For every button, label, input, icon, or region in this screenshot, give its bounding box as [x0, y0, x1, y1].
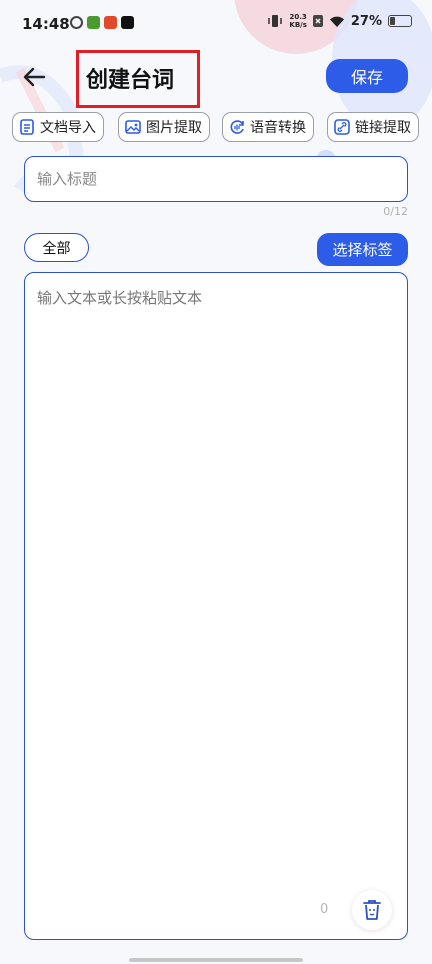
- clear-button[interactable]: [352, 890, 392, 930]
- net-speed-unit: KB/s: [289, 21, 307, 29]
- save-button[interactable]: 保存: [326, 59, 408, 93]
- image-extract-label: 图片提取: [146, 120, 202, 136]
- red-app-icon: [104, 16, 117, 29]
- vibrate-icon: [268, 15, 283, 27]
- trash-icon: [363, 900, 381, 920]
- notification-icons: [70, 16, 134, 29]
- voice-convert-icon: [230, 120, 244, 134]
- image-extract-button[interactable]: 图片提取: [118, 112, 210, 142]
- battery-icon: [388, 15, 412, 27]
- back-arrow-icon: [23, 67, 46, 87]
- net-speed: 20.3 KB/s: [289, 13, 306, 29]
- tag-chip-all[interactable]: 全部: [24, 233, 89, 262]
- back-button[interactable]: [20, 62, 50, 92]
- page-title: 创建台词: [86, 68, 175, 93]
- home-indicator[interactable]: [129, 958, 303, 962]
- document-import-button[interactable]: 文档导入: [12, 112, 104, 142]
- link-extract-button[interactable]: 链接提取: [327, 112, 419, 142]
- sim-icon: [312, 15, 323, 27]
- document-icon: [20, 119, 34, 135]
- status-time: 14:48: [22, 15, 70, 33]
- document-import-label: 文档导入: [40, 120, 96, 136]
- link-icon: [334, 119, 350, 135]
- content-char-counter: 0: [320, 902, 329, 917]
- net-speed-value: 20.3: [289, 13, 307, 21]
- battery-fill: [390, 17, 395, 25]
- battery-text: 27%: [350, 13, 382, 29]
- content-textarea[interactable]: [24, 272, 408, 940]
- link-extract-label: 链接提取: [355, 120, 411, 136]
- green-app-icon: [87, 16, 100, 29]
- wifi-icon: [329, 16, 344, 27]
- status-right: 20.3 KB/s 27%: [267, 13, 412, 29]
- voice-convert-button[interactable]: 语音转换: [222, 112, 314, 142]
- tiktok-icon: [121, 16, 134, 29]
- select-tag-button[interactable]: 选择标签: [317, 233, 408, 266]
- voice-convert-label: 语音转换: [250, 120, 306, 136]
- title-input[interactable]: [24, 156, 408, 202]
- title-char-counter: 0/12: [383, 205, 408, 218]
- status-bar: 14:48 20.3 KB/s 27%: [0, 0, 432, 50]
- sync-app-icon: [70, 16, 83, 29]
- image-icon: [125, 120, 141, 134]
